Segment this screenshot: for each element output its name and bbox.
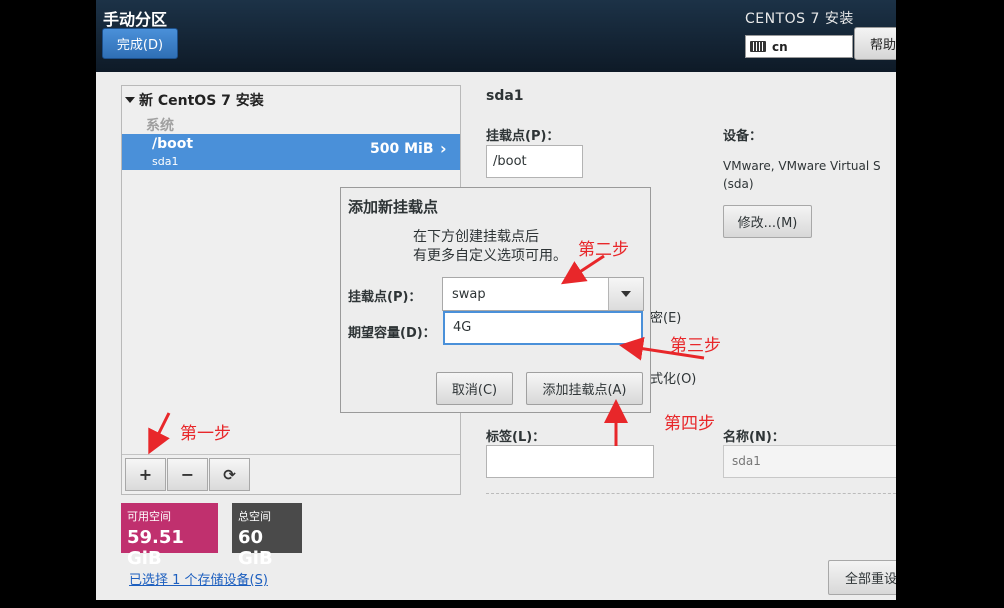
refresh-icon[interactable]: ⟳ [209, 458, 250, 491]
annotation-step1: 第一步 [180, 424, 231, 444]
install-group-title: 新 CentOS 7 安装 [139, 93, 264, 109]
name-input[interactable]: sda1 [723, 445, 896, 478]
selected-storage-link[interactable]: 已选择 1 个存储设备(S) [129, 569, 268, 588]
available-space-label: 可用空间 [127, 510, 171, 523]
add-mount-point-confirm-button[interactable]: 添加挂载点(A) [526, 372, 643, 405]
chevron-right-icon: › [440, 139, 447, 158]
dialog-title: 添加新挂载点 [348, 198, 439, 216]
name-field-label: 名称(N)： [723, 430, 785, 445]
partition-mount: /boot [152, 136, 194, 152]
install-group-header[interactable]: 新 CentOS 7 安装 [125, 90, 264, 110]
dialog-capacity-label: 期望容量(D)： [348, 326, 436, 341]
reset-all-button[interactable]: 全部重设 [828, 560, 896, 595]
device-description-line1: VMware, VMware Virtual S [723, 159, 881, 173]
annotation-step3: 第三步 [670, 336, 721, 356]
modify-device-button[interactable]: 修改...(M) [723, 205, 812, 238]
mount-point-label: 挂载点(P)： [486, 129, 560, 144]
keyboard-layout-indicator[interactable]: cn [745, 35, 853, 58]
dialog-description-line2: 有更多自定义选项可用。 [413, 248, 567, 264]
divider [486, 493, 896, 494]
annotation-step4: 第四步 [664, 414, 715, 434]
label-input[interactable] [486, 445, 654, 478]
top-bar: 手动分区 完成(D) CENTOS 7 安装 cn 帮助 [96, 0, 896, 72]
chevron-down-icon [621, 291, 631, 297]
partition-size: 500 MiB [370, 141, 434, 157]
encrypt-option-label: 密(E) [650, 311, 682, 326]
total-space-value: 60 GiB [238, 527, 273, 569]
device-description-line2: (sda) [723, 177, 754, 191]
keyboard-layout-label: cn [772, 39, 788, 54]
system-section-label: 系统 [146, 118, 174, 134]
dialog-description: 在下方创建挂载点后 有更多自定义选项可用。 [413, 228, 567, 266]
done-button[interactable]: 完成(D) [102, 28, 178, 59]
dialog-mount-point-label: 挂载点(P)： [348, 290, 422, 305]
mount-point-combo[interactable]: swap [442, 277, 644, 311]
annotation-step2: 第二步 [578, 240, 629, 260]
partition-detail-title: sda1 [486, 88, 524, 104]
label-field-label: 标签(L)： [486, 430, 546, 445]
partition-row-boot[interactable]: /boot sda1 500 MiB › [122, 134, 460, 170]
total-space-box: 总空间 60 GiB [232, 503, 302, 569]
partition-device: sda1 [152, 155, 179, 168]
help-button[interactable]: 帮助 [854, 27, 896, 60]
dialog-description-line1: 在下方创建挂载点后 [413, 229, 539, 245]
keyboard-icon [750, 41, 766, 52]
dropdown-button[interactable] [608, 278, 643, 310]
add-mount-point-dialog: 添加新挂载点 在下方创建挂载点后 有更多自定义选项可用。 挂载点(P)： swa… [340, 187, 651, 413]
available-space-box: 可用空间 59.51 GiB [121, 503, 218, 569]
expand-triangle-icon [125, 97, 135, 103]
page-title: 手动分区 [103, 10, 168, 29]
partition-toolbar: + − ⟳ [122, 454, 460, 495]
total-space-label: 总空间 [238, 510, 271, 523]
os-title: CENTOS 7 安装 [745, 11, 854, 27]
remove-mount-point-button[interactable]: − [167, 458, 208, 491]
mount-point-field[interactable]: /boot [486, 145, 583, 178]
reformat-option-label: 式化(O) [650, 372, 697, 387]
device-description: VMware, VMware Virtual S (sda) [723, 157, 881, 193]
available-space-value: 59.51 GiB [127, 527, 184, 569]
mount-point-combo-value: swap [452, 287, 486, 302]
cancel-button[interactable]: 取消(C) [436, 372, 513, 405]
add-mount-point-button[interactable]: + [125, 458, 166, 491]
device-label: 设备： [723, 129, 763, 144]
desired-capacity-input[interactable]: 4G [443, 311, 643, 345]
